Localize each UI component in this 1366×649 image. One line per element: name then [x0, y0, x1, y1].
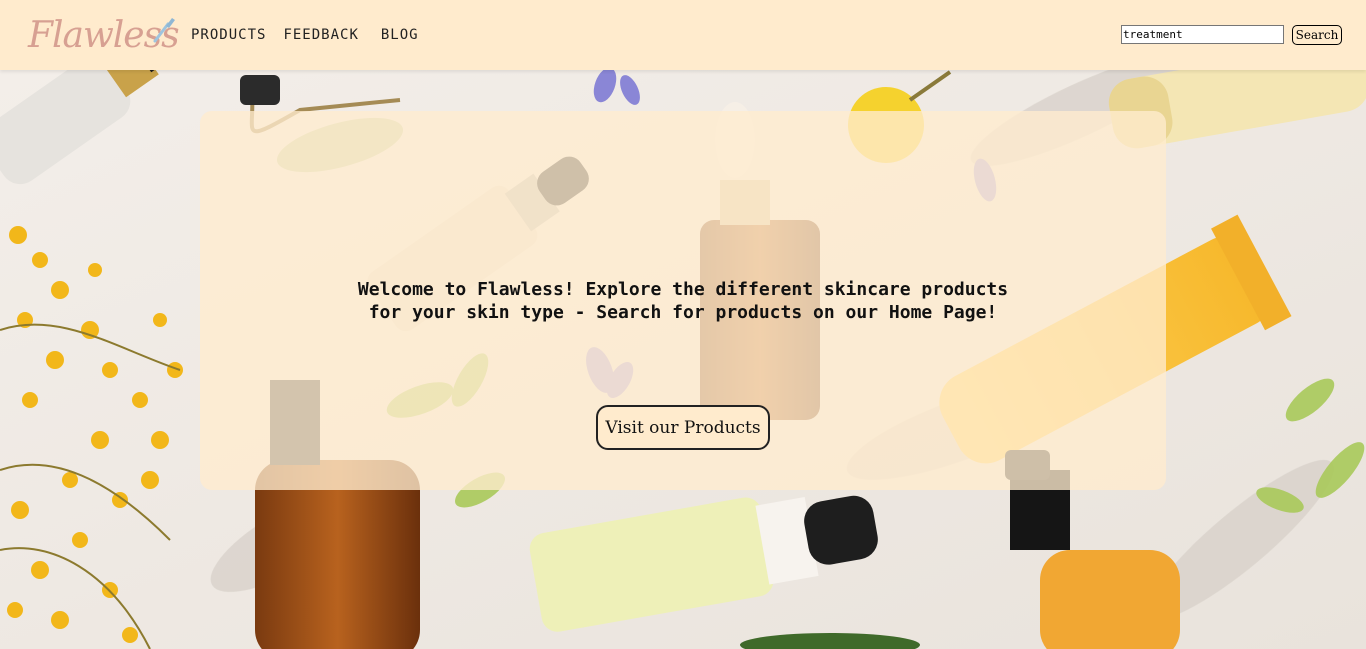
welcome-line-1: Welcome to Flawless! Explore the differe… — [357, 279, 1009, 300]
nav-products-link[interactable]: PRODUCTS — [191, 27, 266, 43]
flawless-logo[interactable]: Flawless — [28, 14, 180, 58]
welcome-line-2: for your skin type - Search for products… — [368, 302, 998, 323]
main-nav: PRODUCTS FEEDBACK BLOG — [191, 27, 436, 43]
visit-products-button[interactable]: Visit our Products — [596, 405, 770, 450]
welcome-message: Welcome to Flawless! Explore the differe… — [200, 278, 1166, 324]
welcome-panel: Welcome to Flawless! Explore the differe… — [200, 111, 1166, 490]
search-input[interactable] — [1121, 25, 1284, 44]
nav-blog-link[interactable]: BLOG — [381, 27, 419, 43]
search-button[interactable]: Search — [1292, 25, 1342, 45]
top-navbar: Flawless PRODUCTS FEEDBACK BLOG Search — [0, 0, 1366, 70]
brush-icon — [153, 18, 175, 43]
nav-feedback-link[interactable]: FEEDBACK — [283, 27, 358, 43]
